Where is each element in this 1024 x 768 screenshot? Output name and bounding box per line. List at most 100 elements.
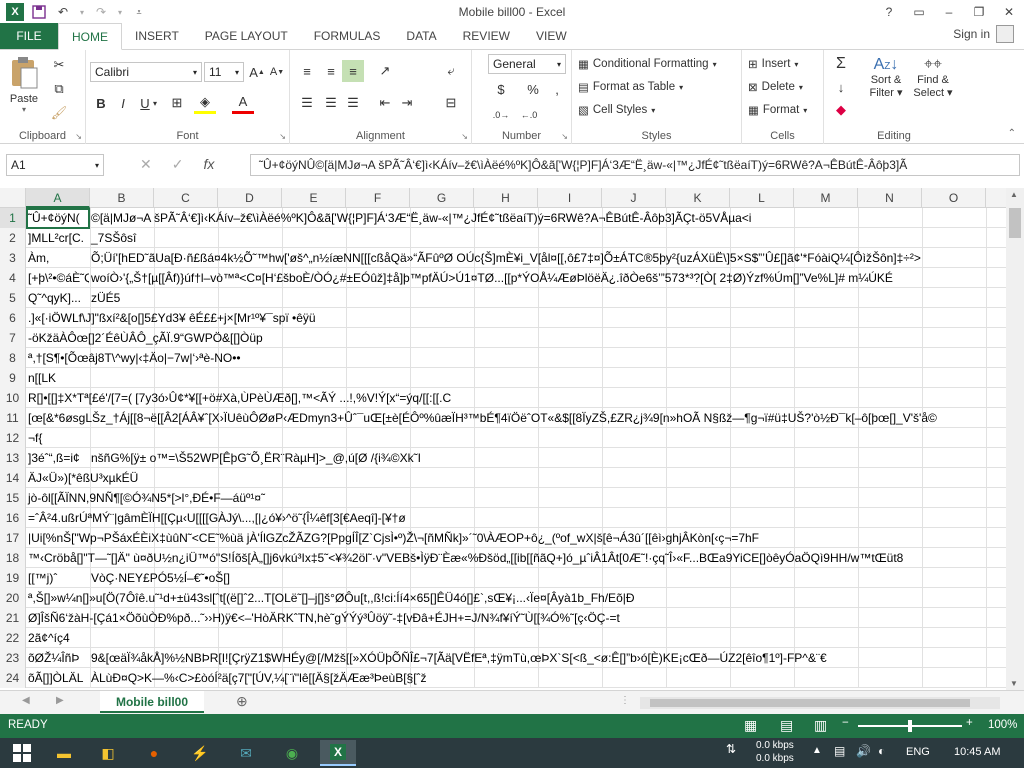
- cell-b[interactable]: 9&[œäÏ¾åkÅ]%½NBÞR[I![ÇrÿZ1$WHÉy@[/Mžš[[»…: [89, 648, 1006, 668]
- conditional-formatting-button[interactable]: ▦ Conditional Formatting ▾: [578, 53, 717, 75]
- new-sheet-icon[interactable]: ⊕: [236, 693, 248, 710]
- column-header[interactable]: M: [794, 188, 858, 208]
- alignment-dialog-launcher-icon[interactable]: ↘: [461, 132, 468, 141]
- merge-center-icon[interactable]: ⊟: [440, 92, 462, 114]
- row-header[interactable]: 16: [0, 508, 26, 528]
- row-header[interactable]: 3: [0, 248, 26, 268]
- sign-in-link[interactable]: Sign in: [953, 27, 990, 41]
- formula-input[interactable]: ˜Û+¢öýNÛ©[ä|MJø¬A šPÃ˜Â‘€]ì‹KÁív–ž€\ìÀëé…: [250, 154, 1020, 176]
- page-break-view-icon[interactable]: ▥: [814, 717, 827, 734]
- sheet-tab[interactable]: Mobile bill00: [100, 691, 204, 713]
- italic-icon[interactable]: I: [112, 92, 134, 114]
- undo-icon[interactable]: ↶: [54, 3, 72, 21]
- cell-styles-button[interactable]: ▧ Cell Styles ▾: [578, 99, 655, 121]
- zoom-level[interactable]: 100%: [988, 719, 1017, 731]
- align-center-icon[interactable]: ☰: [320, 92, 342, 114]
- cell-a[interactable]: R[]•[[]‡X*Tª[£é'/[7=( [7y3ó›Û¢*¥[[+ö#Xà,…: [26, 388, 1006, 408]
- format-cells-button[interactable]: ▦ Format ▾: [748, 99, 807, 121]
- cell-a[interactable]: Q˜^qyK]...: [26, 288, 89, 308]
- row-header[interactable]: 17: [0, 528, 26, 548]
- language-indicator[interactable]: ENG: [906, 746, 930, 758]
- column-header[interactable]: K: [666, 188, 730, 208]
- row-header[interactable]: 23: [0, 648, 26, 668]
- column-header[interactable]: F: [346, 188, 410, 208]
- autosum-icon[interactable]: Σ: [830, 53, 852, 75]
- start-button[interactable]: [4, 740, 40, 766]
- column-header[interactable]: E: [282, 188, 346, 208]
- redo-icon[interactable]: ↷: [92, 3, 110, 21]
- insert-cells-button[interactable]: ⊞ Insert ▾: [748, 53, 798, 75]
- insert-function-icon[interactable]: fx: [203, 156, 214, 173]
- hscroll-thumb[interactable]: [650, 699, 970, 707]
- excel-app-icon[interactable]: X: [6, 3, 24, 21]
- save-icon[interactable]: [30, 3, 48, 21]
- increase-decimal-icon[interactable]: .0→: [490, 104, 512, 126]
- font-color-icon[interactable]: A: [232, 92, 254, 114]
- cell-a[interactable]: [œ[&*6øsgLŠz_†Áj[[8¬ë[[Â2[ÁÂ¥ˆ[X›ÏUêùÔØø…: [26, 408, 1006, 428]
- column-header[interactable]: I: [538, 188, 602, 208]
- folder-icon[interactable]: ◧: [90, 740, 126, 766]
- name-box[interactable]: A1 ▾: [6, 154, 104, 176]
- cell-a[interactable]: Ø]ÎšÑ6‘žàH-[Çá1×ÖõùÒÐ%pð...˜››H)ÿ€<–'HòÄ…: [26, 608, 1006, 628]
- cell-b[interactable]: nšñG%[ÿ± o™=\Š52WP[ÊþG˜Õ¸ËR¨RàµH]>_@,ú[Ø…: [89, 448, 1006, 468]
- language-icon[interactable]: ◐: [878, 744, 885, 758]
- cell-b[interactable]: ÀLùÐ¤Q>K—%‹C>£òóÍ²ä[ç7["[ÚV,¼[¨ï"lê[[Ä§[…: [89, 668, 1006, 688]
- column-header[interactable]: N: [858, 188, 922, 208]
- network-icon[interactable]: ▤: [834, 744, 845, 758]
- zoom-out-icon[interactable]: −: [842, 717, 849, 729]
- row-header[interactable]: 13: [0, 448, 26, 468]
- cell-a[interactable]: |Ui[%nŠ["Wp¬PŠáxÉÈiX‡ùûN˜<CE˜%ùä jÀ'ÍlGZ…: [26, 528, 1006, 548]
- horizontal-scrollbar[interactable]: [640, 697, 1000, 709]
- cell-a[interactable]: n[[LK: [26, 368, 1006, 388]
- tab-formulas[interactable]: FORMULAS: [301, 23, 394, 49]
- align-top-icon[interactable]: ≡: [296, 60, 318, 82]
- row-header[interactable]: 5: [0, 288, 26, 308]
- avatar[interactable]: [996, 25, 1014, 43]
- scroll-down-icon[interactable]: ▼: [1010, 679, 1018, 688]
- row-header[interactable]: 1: [0, 208, 26, 228]
- customize-qat-icon[interactable]: ⩡: [130, 3, 148, 21]
- percent-icon[interactable]: %: [522, 78, 544, 100]
- sort-filter-button[interactable]: AZ↓ Sort & Filter ▾: [864, 56, 908, 99]
- cell-a[interactable]: Àm,: [26, 248, 89, 268]
- row-header[interactable]: 14: [0, 468, 26, 488]
- row-header[interactable]: 6: [0, 308, 26, 328]
- cancel-icon[interactable]: ✕: [140, 156, 152, 173]
- cell-a[interactable]: ª,Š[]»w¼n[]»u[Ö(7Ôîê.u˜¹d+±ü43sl[ˆt[(ë[]…: [26, 588, 1006, 608]
- cell-a[interactable]: =ˆÂ²4.ußrÚªMÝ¨|gâmÈÏH[[Çµ‹U[[[[GÀJý\...,…: [26, 508, 1006, 528]
- row-header[interactable]: 2: [0, 228, 26, 248]
- select-all-corner[interactable]: [0, 188, 26, 208]
- cell-a[interactable]: ª,†[S¶•[Õœâj8T\^wy|‹‡Äo|−7w|‘›ªè-NO••: [26, 348, 1006, 368]
- row-header[interactable]: 18: [0, 548, 26, 568]
- paste-button[interactable]: Paste ▾: [6, 56, 42, 114]
- cell-a[interactable]: ]MLL²cr[C.: [26, 228, 89, 248]
- clear-icon[interactable]: ◆: [830, 99, 852, 121]
- help-button[interactable]: ?: [874, 0, 904, 24]
- column-header[interactable]: D: [218, 188, 282, 208]
- cell-a[interactable]: jò-ôl[[ÃÏNN,9NÑ¶[©Ó¾N5*[>l°,ÐÉ•F—áüº¹¤˜: [26, 488, 1006, 508]
- cell-a[interactable]: õØŽ¼ÎñÞ: [26, 648, 89, 668]
- column-header[interactable]: J: [602, 188, 666, 208]
- firefox-icon[interactable]: ●: [136, 740, 172, 766]
- align-right-icon[interactable]: ☰: [342, 92, 364, 114]
- sheet-prev-icon[interactable]: ◀: [22, 695, 30, 706]
- zoom-slider-thumb[interactable]: [908, 720, 912, 732]
- dialog-launcher-icon[interactable]: ↘: [75, 132, 82, 141]
- row-header[interactable]: 8: [0, 348, 26, 368]
- spreadsheet-grid[interactable]: A B C D E F G H I J K L M N O 1 ˜Û+¢öýN(©…: [0, 188, 1006, 688]
- file-explorer-icon[interactable]: ▬: [46, 740, 82, 766]
- volume-icon[interactable]: 🔊: [856, 744, 871, 758]
- enter-icon[interactable]: ✓: [172, 156, 184, 173]
- tab-file[interactable]: FILE: [0, 23, 58, 49]
- undo-dropdown-icon[interactable]: ▾: [78, 3, 86, 21]
- clock[interactable]: 10:45 AM: [954, 746, 1000, 758]
- close-button[interactable]: ✕: [994, 0, 1024, 24]
- cell-b[interactable]: woíÒ›'{„Š†[µ[[Âf)}úf†l–vò™ª<C¤[H‘£šboÈ/Ò…: [89, 268, 1006, 288]
- cell-a[interactable]: ÄJ«Ü»)[*êßU³xµkÉÜ: [26, 468, 1006, 488]
- font-dialog-launcher-icon[interactable]: ↘: [279, 132, 286, 141]
- cell-a[interactable]: .]«[·iÖWLf\J]"ßxí²&[o[]5£Yd3¥ êÉ££+j×[Mr…: [26, 308, 1006, 328]
- currency-icon[interactable]: $: [490, 78, 512, 100]
- cell-a[interactable]: õÃ[]]ÒLÄL: [26, 668, 89, 688]
- scroll-up-icon[interactable]: ▲: [1010, 190, 1018, 199]
- row-header[interactable]: 11: [0, 408, 26, 428]
